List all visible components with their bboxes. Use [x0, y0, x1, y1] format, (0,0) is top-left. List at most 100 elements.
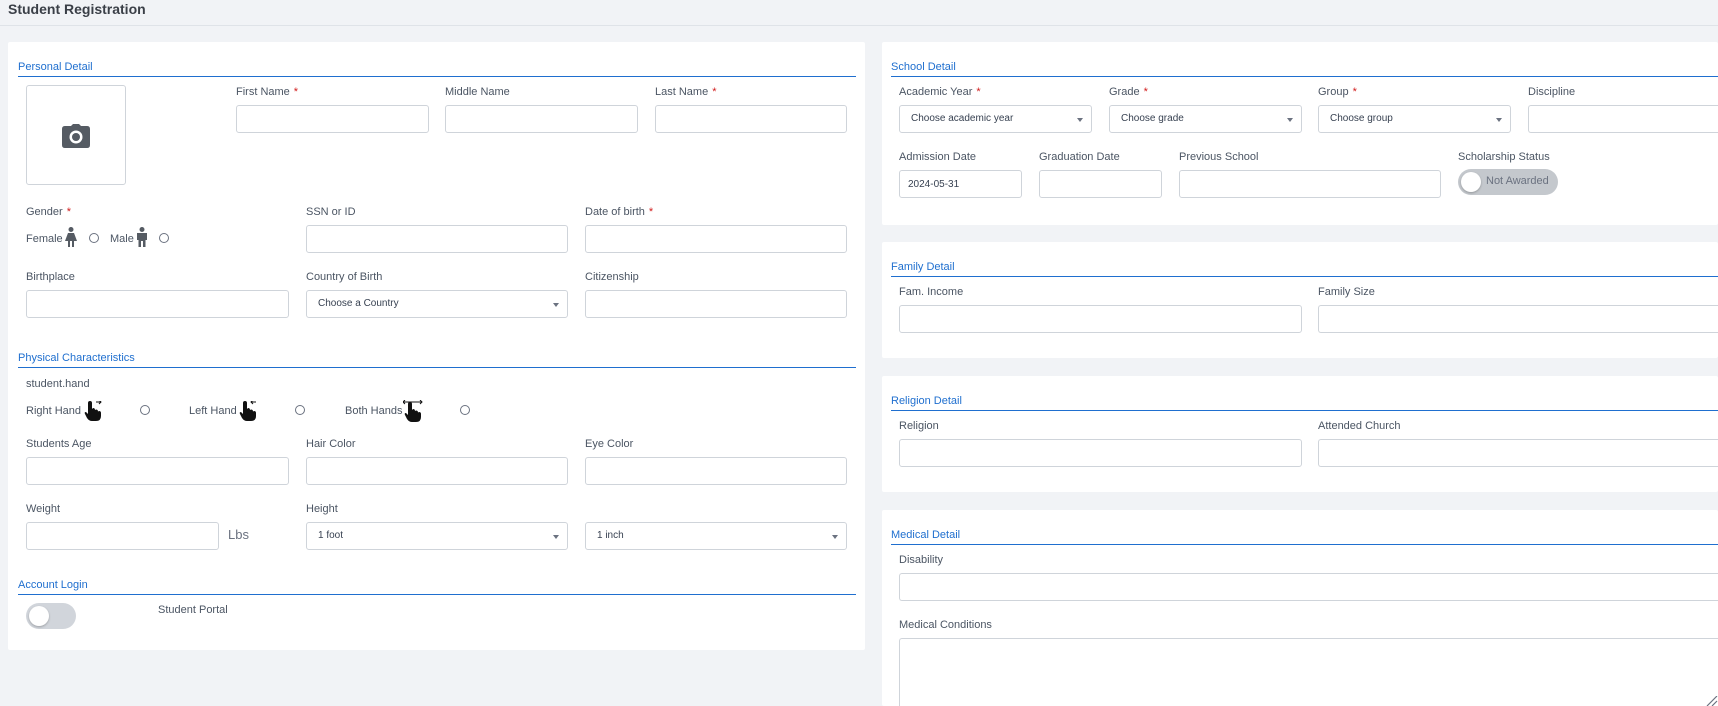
- female-icon: [65, 227, 77, 247]
- religion-card: [882, 376, 1718, 492]
- previous-school-input[interactable]: [1179, 170, 1441, 198]
- grade-value: Choose grade: [1121, 113, 1184, 124]
- weight-unit: Lbs: [228, 527, 249, 542]
- family-size-input[interactable]: [1318, 305, 1718, 333]
- required-mark: *: [648, 206, 654, 218]
- physical-section-title: Physical Characteristics: [18, 352, 135, 364]
- disability-label: Disability: [899, 554, 944, 566]
- age-input[interactable]: [26, 457, 289, 485]
- left-hand-radio[interactable]: [295, 405, 305, 415]
- school-section-title: School Detail: [891, 61, 956, 73]
- physical-section-divider: [18, 367, 856, 368]
- height-label: Height: [306, 503, 338, 515]
- previous-school-label: Previous School: [1179, 151, 1259, 163]
- country-select[interactable]: Choose a Country: [306, 290, 568, 318]
- last-name-input[interactable]: [655, 105, 847, 133]
- citizenship-label: Citizenship: [585, 271, 639, 283]
- birthplace-label: Birthplace: [26, 271, 75, 283]
- graduation-date-input[interactable]: [1039, 170, 1162, 198]
- ssn-input[interactable]: [306, 225, 568, 253]
- grade-select[interactable]: Choose grade: [1109, 105, 1302, 133]
- student-portal-label: Student Portal: [158, 604, 228, 616]
- dob-input[interactable]: [585, 225, 847, 253]
- disability-input[interactable]: [899, 573, 1718, 601]
- student-portal-toggle[interactable]: [26, 603, 76, 629]
- group-select[interactable]: Choose group: [1318, 105, 1511, 133]
- left-hand-label: Left Hand: [189, 405, 237, 417]
- resize-handle-icon[interactable]: [1704, 696, 1718, 706]
- photo-upload[interactable]: [26, 85, 126, 185]
- religion-section-title: Religion Detail: [891, 395, 962, 407]
- discipline-input[interactable]: [1528, 105, 1718, 133]
- required-mark: *: [66, 206, 71, 218]
- citizenship-input[interactable]: [585, 290, 847, 318]
- toggle-knob: [1461, 172, 1481, 192]
- both-hands-pointer-icon: [403, 400, 423, 422]
- discipline-label: Discipline: [1528, 86, 1576, 98]
- eye-input[interactable]: [585, 457, 847, 485]
- height-feet-value: 1 foot: [318, 530, 344, 541]
- graduation-date-label: Graduation Date: [1039, 151, 1120, 163]
- required-mark: *: [976, 86, 981, 98]
- male-radio[interactable]: [159, 233, 169, 243]
- attended-church-label: Attended Church: [1318, 420, 1401, 432]
- required-mark: *: [1143, 86, 1148, 98]
- height-feet-select[interactable]: 1 foot: [306, 522, 568, 550]
- page-title: Student Registration: [8, 1, 146, 17]
- admission-date-input[interactable]: [899, 170, 1022, 198]
- hair-input[interactable]: [306, 457, 568, 485]
- group-label: Group *: [1318, 86, 1357, 98]
- camera-icon: [62, 124, 90, 148]
- academic-year-value: Choose academic year: [911, 113, 1014, 124]
- hair-label: Hair Color: [306, 438, 356, 450]
- height-inches-value: 1 inch: [597, 530, 624, 541]
- right-hand-radio[interactable]: [140, 405, 150, 415]
- weight-label: Weight: [26, 503, 61, 515]
- ssn-label: SSN or ID: [306, 206, 356, 218]
- dob-label: Date of birth *: [585, 206, 654, 218]
- gender-label: Gender *: [26, 206, 71, 218]
- religion-section-divider: [891, 410, 1718, 411]
- personal-card: [8, 42, 865, 650]
- both-hands-radio[interactable]: [460, 405, 470, 415]
- chevron-down-icon: [1287, 118, 1293, 122]
- female-radio[interactable]: [89, 233, 99, 243]
- chevron-down-icon: [553, 303, 559, 307]
- family-card: [882, 242, 1718, 358]
- group-value: Choose group: [1330, 113, 1393, 124]
- chevron-down-icon: [553, 535, 559, 539]
- attended-church-input[interactable]: [1318, 439, 1718, 467]
- family-income-label: Fam. Income: [899, 286, 964, 298]
- account-section-divider: [18, 594, 856, 595]
- religion-input[interactable]: [899, 439, 1302, 467]
- personal-section-title: Personal Detail: [18, 61, 93, 73]
- academic-year-label: Academic Year *: [899, 86, 981, 98]
- chevron-down-icon: [1496, 118, 1502, 122]
- required-mark: *: [1352, 86, 1357, 98]
- left-hand-pointer-icon: [239, 401, 256, 421]
- scholarship-status-toggle[interactable]: Not Awarded: [1458, 169, 1558, 195]
- female-label: Female: [26, 233, 63, 245]
- admission-date-label: Admission Date: [899, 151, 977, 163]
- grade-label: Grade *: [1109, 86, 1148, 98]
- country-select-value: Choose a Country: [318, 298, 399, 309]
- family-section-divider: [891, 276, 1718, 277]
- medical-conditions-textarea[interactable]: [899, 638, 1718, 706]
- middle-name-input[interactable]: [445, 105, 638, 133]
- family-size-label: Family Size: [1318, 286, 1375, 298]
- weight-input[interactable]: [26, 522, 219, 550]
- right-hand-pointer-icon: [84, 401, 102, 421]
- last-name-label: Last Name *: [655, 86, 717, 98]
- school-section-divider: [891, 76, 1718, 77]
- personal-section-divider: [18, 76, 856, 77]
- first-name-input[interactable]: [236, 105, 429, 133]
- middle-name-label: Middle Name: [445, 86, 510, 98]
- height-inches-select[interactable]: 1 inch: [585, 522, 847, 550]
- medical-conditions-label: Medical Conditions: [899, 619, 992, 631]
- birthplace-input[interactable]: [26, 290, 289, 318]
- scholarship-status-label: Scholarship Status: [1458, 151, 1550, 163]
- first-name-label: First Name *: [236, 86, 299, 98]
- family-income-input[interactable]: [899, 305, 1302, 333]
- medical-section-title: Medical Detail: [891, 529, 961, 541]
- academic-year-select[interactable]: Choose academic year: [899, 105, 1092, 133]
